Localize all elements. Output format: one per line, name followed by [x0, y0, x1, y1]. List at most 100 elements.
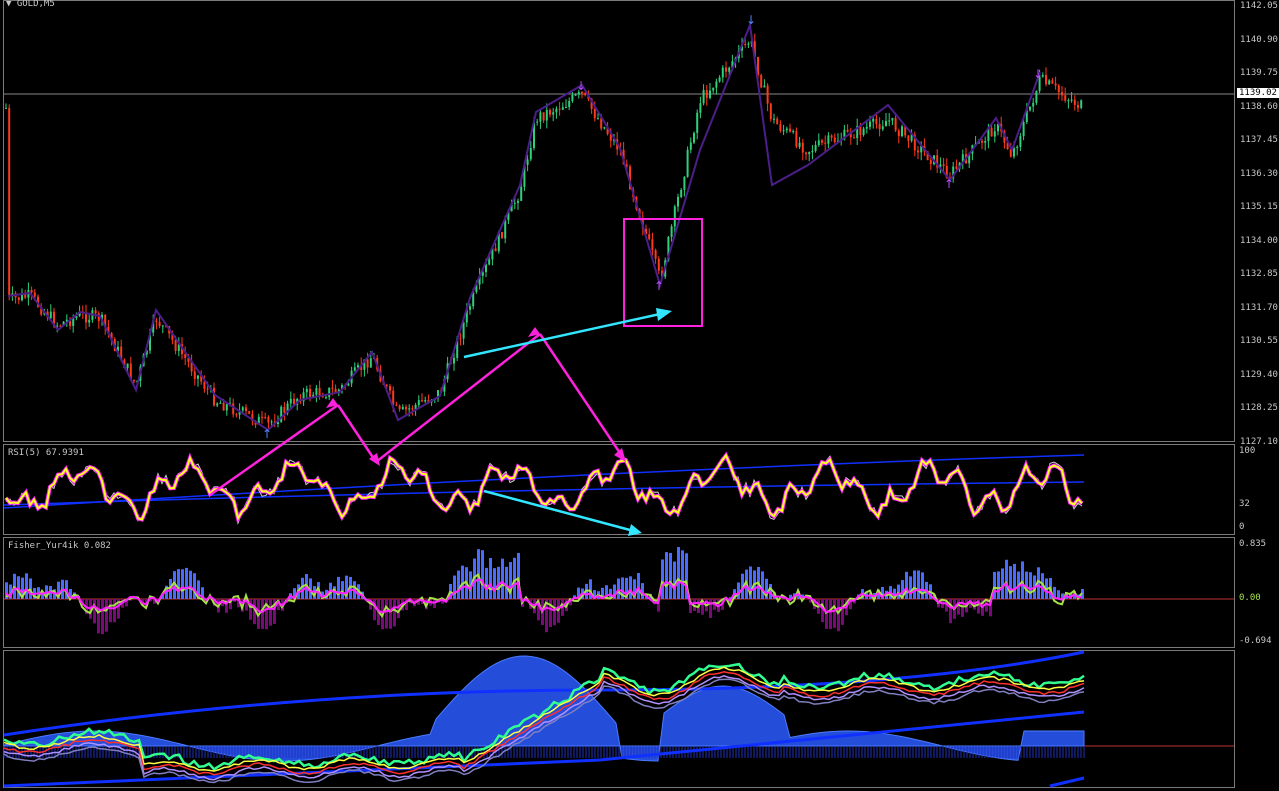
fisher-hist-bar-positive	[337, 576, 340, 599]
price-tick-label: 1140.90	[1240, 34, 1278, 45]
candle-body	[955, 166, 958, 169]
candle-body	[885, 120, 887, 127]
candle-body	[219, 402, 222, 404]
candle-body	[782, 130, 785, 132]
candle-body	[261, 416, 263, 418]
candle-body	[808, 151, 811, 155]
candle-body	[603, 127, 606, 129]
fisher-hist-bar-negative	[97, 599, 100, 634]
fisher-hist-bar-positive	[177, 569, 180, 599]
candle-body	[517, 200, 519, 203]
fisher-hist-bar-positive	[189, 570, 192, 599]
candle-body	[366, 359, 369, 368]
candle-body	[865, 126, 868, 129]
candle-body	[126, 363, 129, 369]
symbol-header[interactable]: ▼ GOLD,M5	[6, 0, 55, 9]
fisher-scale-mid: 0.00	[1239, 593, 1261, 603]
candle-body	[693, 132, 695, 143]
candle-body	[405, 406, 407, 410]
price-tick-label: 1129.40	[1240, 369, 1278, 380]
candle-body	[536, 121, 539, 123]
fisher-hist-bar-positive	[897, 584, 900, 599]
candle-body	[597, 118, 599, 120]
candle-body	[792, 131, 795, 133]
price-tick-label: 1127.10	[1240, 436, 1278, 447]
candle-body	[421, 400, 423, 402]
candle-body	[881, 126, 884, 130]
candle-body	[894, 117, 897, 131]
fisher-hist-bar-positive	[1005, 559, 1008, 599]
candle-body	[776, 118, 779, 125]
fisher-hist-bar-positive	[481, 550, 484, 599]
fisher-hist-bar-positive	[457, 570, 460, 599]
candle-body	[549, 110, 551, 115]
candle-body	[747, 43, 750, 45]
candle-body	[158, 321, 161, 327]
panel-frames	[3, 0, 1235, 788]
candle-body	[1029, 106, 1031, 111]
candle-body	[907, 135, 910, 141]
candle-body	[462, 322, 465, 339]
candle-body	[30, 289, 33, 293]
candle-body	[385, 384, 388, 387]
dropdown-triangle-icon[interactable]: ▼	[6, 0, 11, 9]
candle-body	[677, 196, 679, 207]
candle-body	[773, 118, 775, 120]
candle-body	[801, 142, 804, 153]
trading-chart[interactable]: ↓ ↓ ↓ ↑ ↑ ↑	[0, 0, 1279, 791]
price-candles	[5, 33, 1083, 429]
price-tick-label: 1135.15	[1240, 202, 1278, 212]
candle-body	[513, 202, 516, 204]
candle-body	[1067, 100, 1070, 102]
candle-body	[488, 259, 491, 265]
candle-body	[526, 159, 529, 166]
candle-body	[469, 306, 471, 310]
candle-body	[203, 381, 206, 389]
candle-body	[568, 100, 571, 108]
candle-body	[1032, 102, 1035, 107]
down-arrow-icon: ↓	[746, 13, 756, 27]
candle-body	[696, 112, 699, 133]
candle-body	[1070, 99, 1073, 101]
fisher-hist-bar-positive	[1001, 568, 1004, 599]
candle-body	[193, 371, 196, 379]
candle-body	[725, 67, 727, 72]
candle-body	[853, 137, 855, 139]
candle-body	[408, 408, 411, 410]
fisher-hist-bar-positive	[761, 571, 764, 599]
candle-body	[869, 121, 871, 127]
rsi-scale-mid: 32	[1239, 499, 1250, 509]
fisher-hist-bar-positive	[501, 558, 504, 599]
fisher-hist-bar-negative	[829, 599, 832, 630]
fisher-hist-bar-negative	[249, 599, 252, 620]
candle-body	[309, 388, 311, 398]
fisher-hist-bar-positive	[629, 576, 632, 599]
candle-body	[539, 112, 542, 122]
candle-body	[1019, 136, 1022, 147]
fisher-hist-bar-positive	[637, 572, 640, 599]
fisher-hist-bar-negative	[385, 599, 388, 629]
candle-body	[49, 311, 52, 319]
fisher-hist-bar-negative	[961, 599, 964, 617]
price-tick-label: 1130.55	[1240, 336, 1278, 346]
candle-body	[942, 164, 945, 166]
candle-body	[545, 110, 548, 121]
candle-body	[878, 124, 881, 130]
candle-body	[1080, 100, 1083, 108]
zigzag-arrow-markers: ↓ ↓ ↓ ↑ ↑ ↑	[262, 13, 1043, 441]
candle-body	[1077, 104, 1079, 108]
candle-body	[683, 176, 686, 190]
candle-body	[993, 131, 996, 137]
candle-body	[424, 400, 427, 402]
candle-body	[328, 387, 331, 398]
candle-body	[501, 232, 503, 239]
candle-body	[718, 77, 721, 82]
fisher-hist-bar-positive	[181, 569, 184, 599]
candle-body	[161, 325, 164, 327]
candle-body	[133, 379, 135, 382]
fisher-hist-bar-positive	[1021, 561, 1024, 599]
price-tick-label: 1134.00	[1240, 235, 1278, 246]
candle-body	[353, 367, 356, 371]
candle-body	[1022, 122, 1025, 137]
fisher-hist-bar-positive	[453, 575, 456, 599]
